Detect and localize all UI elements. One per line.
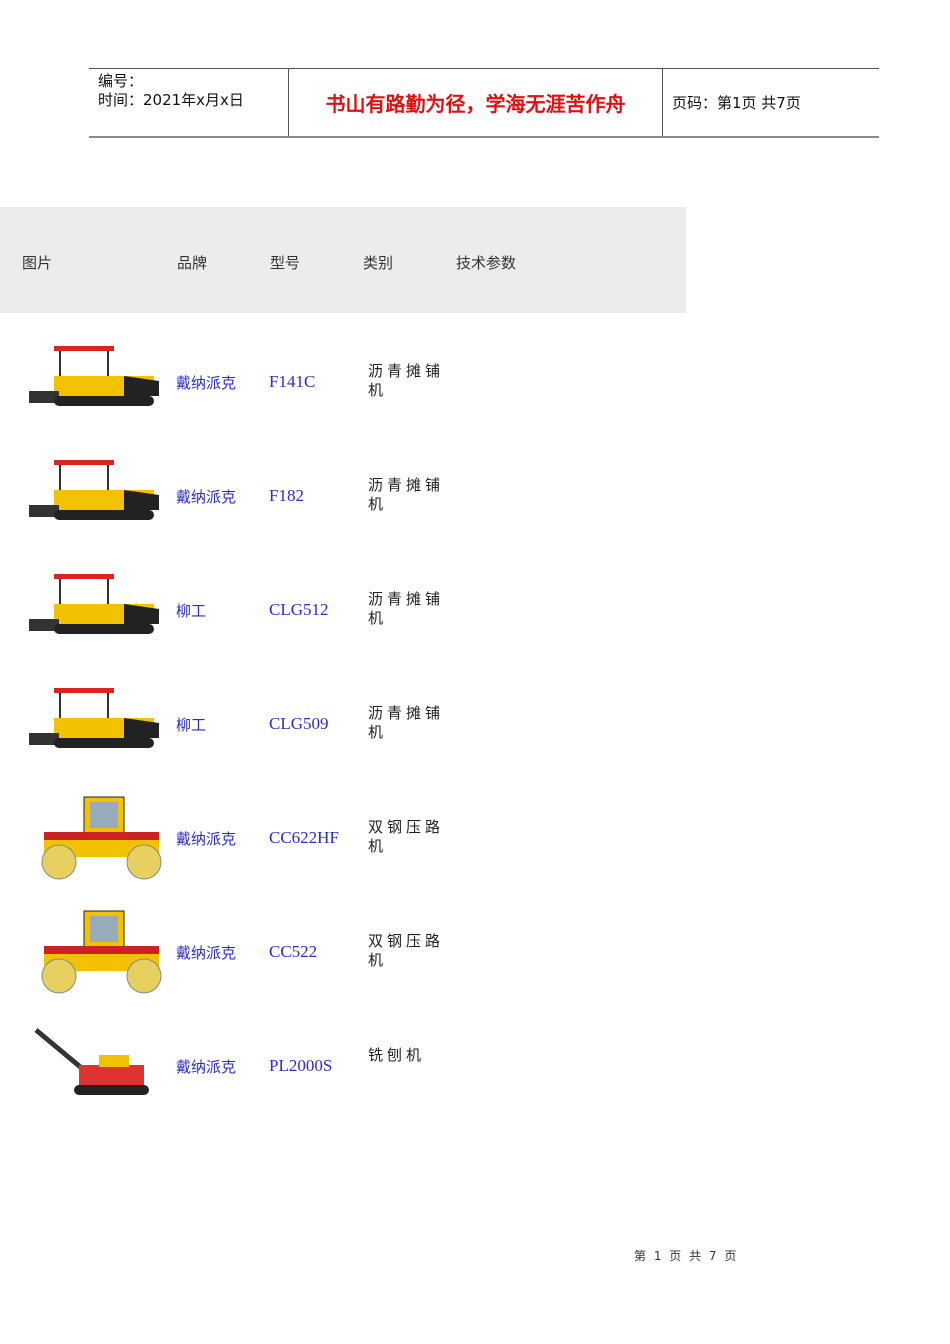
brand-link[interactable]: 戴纳派克	[176, 486, 236, 507]
category: 沥青摊铺机	[368, 704, 445, 741]
col-model: 型号	[270, 254, 301, 272]
brand-link[interactable]: 柳工	[176, 600, 206, 621]
col-specs: 技术参数	[456, 254, 517, 272]
col-image: 图片	[22, 254, 53, 272]
brand-link[interactable]: 戴纳派克	[176, 1056, 236, 1077]
table-row: 柳工 CLG512 沥青摊铺机	[0, 552, 686, 666]
page-footer: 第 1 页 共 7 页	[634, 1249, 739, 1263]
machine-image	[24, 336, 164, 426]
model-link[interactable]: PL2000S	[269, 1056, 332, 1076]
table-row: 柳工 CLG509 沥青摊铺机	[0, 666, 686, 780]
document-page: 编号： 时间：2021年x月x日 书山有路勤为径，学海无涯苦作舟 页码：第1页 …	[0, 0, 950, 1344]
col-category: 类别	[363, 254, 394, 272]
model-link[interactable]: F182	[269, 486, 304, 506]
machine-image	[24, 564, 164, 654]
brand-link[interactable]: 柳工	[176, 714, 206, 735]
table-row: 戴纳派克 CC522 双钢压路机	[0, 894, 686, 1008]
model-link[interactable]: CC522	[269, 942, 317, 962]
category: 双钢压路机	[368, 932, 445, 969]
model-link[interactable]: CLG512	[269, 600, 329, 620]
date-label: 时间：2021年x月x日	[98, 91, 244, 109]
category: 铣刨机	[368, 1046, 426, 1064]
category: 沥青摊铺机	[368, 590, 445, 627]
brand-link[interactable]: 戴纳派克	[176, 942, 236, 963]
col-brand: 品牌	[177, 254, 208, 272]
page-header: 编号： 时间：2021年x月x日 书山有路勤为径，学海无涯苦作舟 页码：第1页 …	[89, 68, 879, 138]
category: 沥青摊铺机	[368, 476, 445, 513]
machine-image	[24, 1020, 164, 1110]
number-label: 编号：	[98, 72, 144, 90]
model-link[interactable]: CLG509	[269, 714, 329, 734]
table-row: 戴纳派克 PL2000S 铣刨机	[0, 1008, 686, 1122]
table-row: 戴纳派克 F182 沥青摊铺机	[0, 438, 686, 552]
brand-link[interactable]: 戴纳派克	[176, 828, 236, 849]
page-label: 页码：第1页 共7页	[672, 94, 801, 112]
machine-image	[24, 450, 164, 540]
table-row: 戴纳派克 CC622HF 双钢压路机	[0, 780, 686, 894]
machine-image	[24, 906, 164, 996]
table-header: 图片 品牌 型号 类别 技术参数	[0, 207, 686, 313]
category: 双钢压路机	[368, 818, 445, 855]
model-link[interactable]: F141C	[269, 372, 315, 392]
motto: 书山有路勤为径，学海无涯苦作舟	[289, 69, 663, 136]
machine-image	[24, 792, 164, 882]
category: 沥青摊铺机	[368, 362, 445, 399]
machine-image	[24, 678, 164, 768]
header-info: 编号： 时间：2021年x月x日	[89, 69, 289, 136]
table-row: 戴纳派克 F141C 沥青摊铺机	[0, 324, 686, 438]
brand-link[interactable]: 戴纳派克	[176, 372, 236, 393]
model-link[interactable]: CC622HF	[269, 828, 339, 848]
